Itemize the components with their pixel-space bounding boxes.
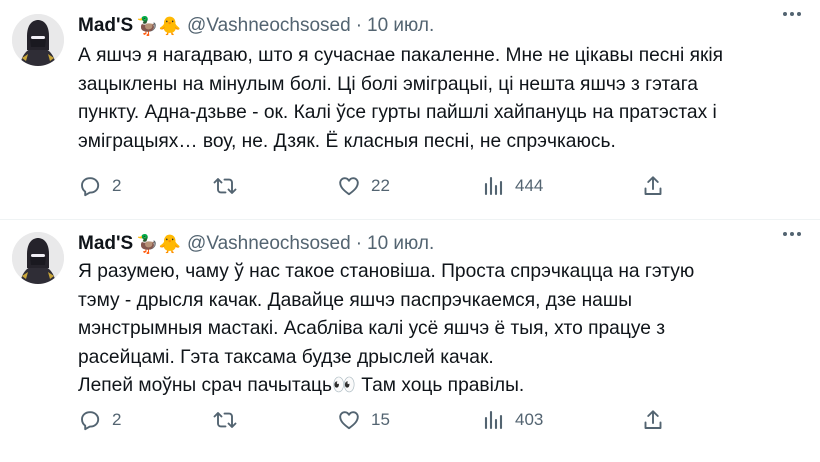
- tweet[interactable]: Mad'S 🦆🐥 @Vashneochsosed · 10 июл. А яшч…: [0, 0, 820, 220]
- tweet-date[interactable]: 10 июл.: [367, 15, 434, 37]
- tweet-date[interactable]: 10 июл.: [367, 233, 434, 255]
- like-button[interactable]: 22: [337, 173, 390, 199]
- views-count: 403: [515, 410, 544, 429]
- author-handle[interactable]: @Vashneochsosed: [187, 233, 351, 255]
- like-button[interactable]: 15: [337, 407, 390, 433]
- like-count: 22: [371, 176, 390, 195]
- reply-button[interactable]: 2: [78, 173, 121, 199]
- author-name[interactable]: Mad'S: [78, 233, 133, 255]
- share-icon: [644, 410, 662, 429]
- like-icon: [339, 411, 359, 430]
- tweet-text: А яшчэ я нагадваю, што я сучаснае пакале…: [78, 45, 724, 152]
- views-button[interactable]: 403: [483, 407, 543, 433]
- author-handle[interactable]: @Vashneochsosed: [187, 15, 351, 37]
- reply-count: 2: [112, 410, 122, 429]
- views-count: 444: [515, 176, 544, 195]
- reply-icon: [81, 411, 100, 431]
- reply-count: 2: [112, 176, 122, 195]
- tweet-text: Я разумею, чаму ў нас такое становіша. П…: [78, 261, 695, 397]
- author-emoji: 🦆🐥: [136, 234, 182, 254]
- separator-dot: ·: [355, 233, 363, 254]
- author-name[interactable]: Mad'S: [78, 15, 133, 37]
- reply-button[interactable]: 2: [78, 407, 121, 433]
- share-button[interactable]: [641, 407, 665, 433]
- like-count: 15: [371, 410, 390, 429]
- avatar-image: [12, 14, 64, 66]
- views-icon: [484, 410, 503, 430]
- more-icon[interactable]: [778, 2, 806, 26]
- tweet[interactable]: Mad'S 🦆🐥 @Vashneochsosed · 10 июл. Я раз…: [0, 220, 820, 462]
- views-button[interactable]: 444: [483, 173, 543, 199]
- retweet-button[interactable]: [212, 407, 238, 433]
- reply-icon: [81, 177, 100, 197]
- separator-dot: ·: [355, 15, 363, 36]
- views-icon: [484, 176, 503, 196]
- tweet-header: Mad'S 🦆🐥 @Vashneochsosed · 10 июл.: [78, 14, 806, 38]
- more-icon[interactable]: [778, 222, 806, 246]
- author-emoji: 🦆🐥: [136, 16, 182, 36]
- share-icon: [644, 176, 662, 195]
- like-icon: [339, 177, 359, 196]
- retweet-button[interactable]: [212, 173, 238, 199]
- tweet-header: Mad'S 🦆🐥 @Vashneochsosed · 10 июл.: [78, 232, 806, 256]
- avatar-image: [12, 232, 64, 284]
- avatar[interactable]: [12, 232, 64, 284]
- avatar[interactable]: [12, 14, 64, 66]
- share-button[interactable]: [641, 173, 665, 199]
- retweet-icon: [213, 412, 237, 428]
- retweet-icon: [213, 178, 237, 194]
